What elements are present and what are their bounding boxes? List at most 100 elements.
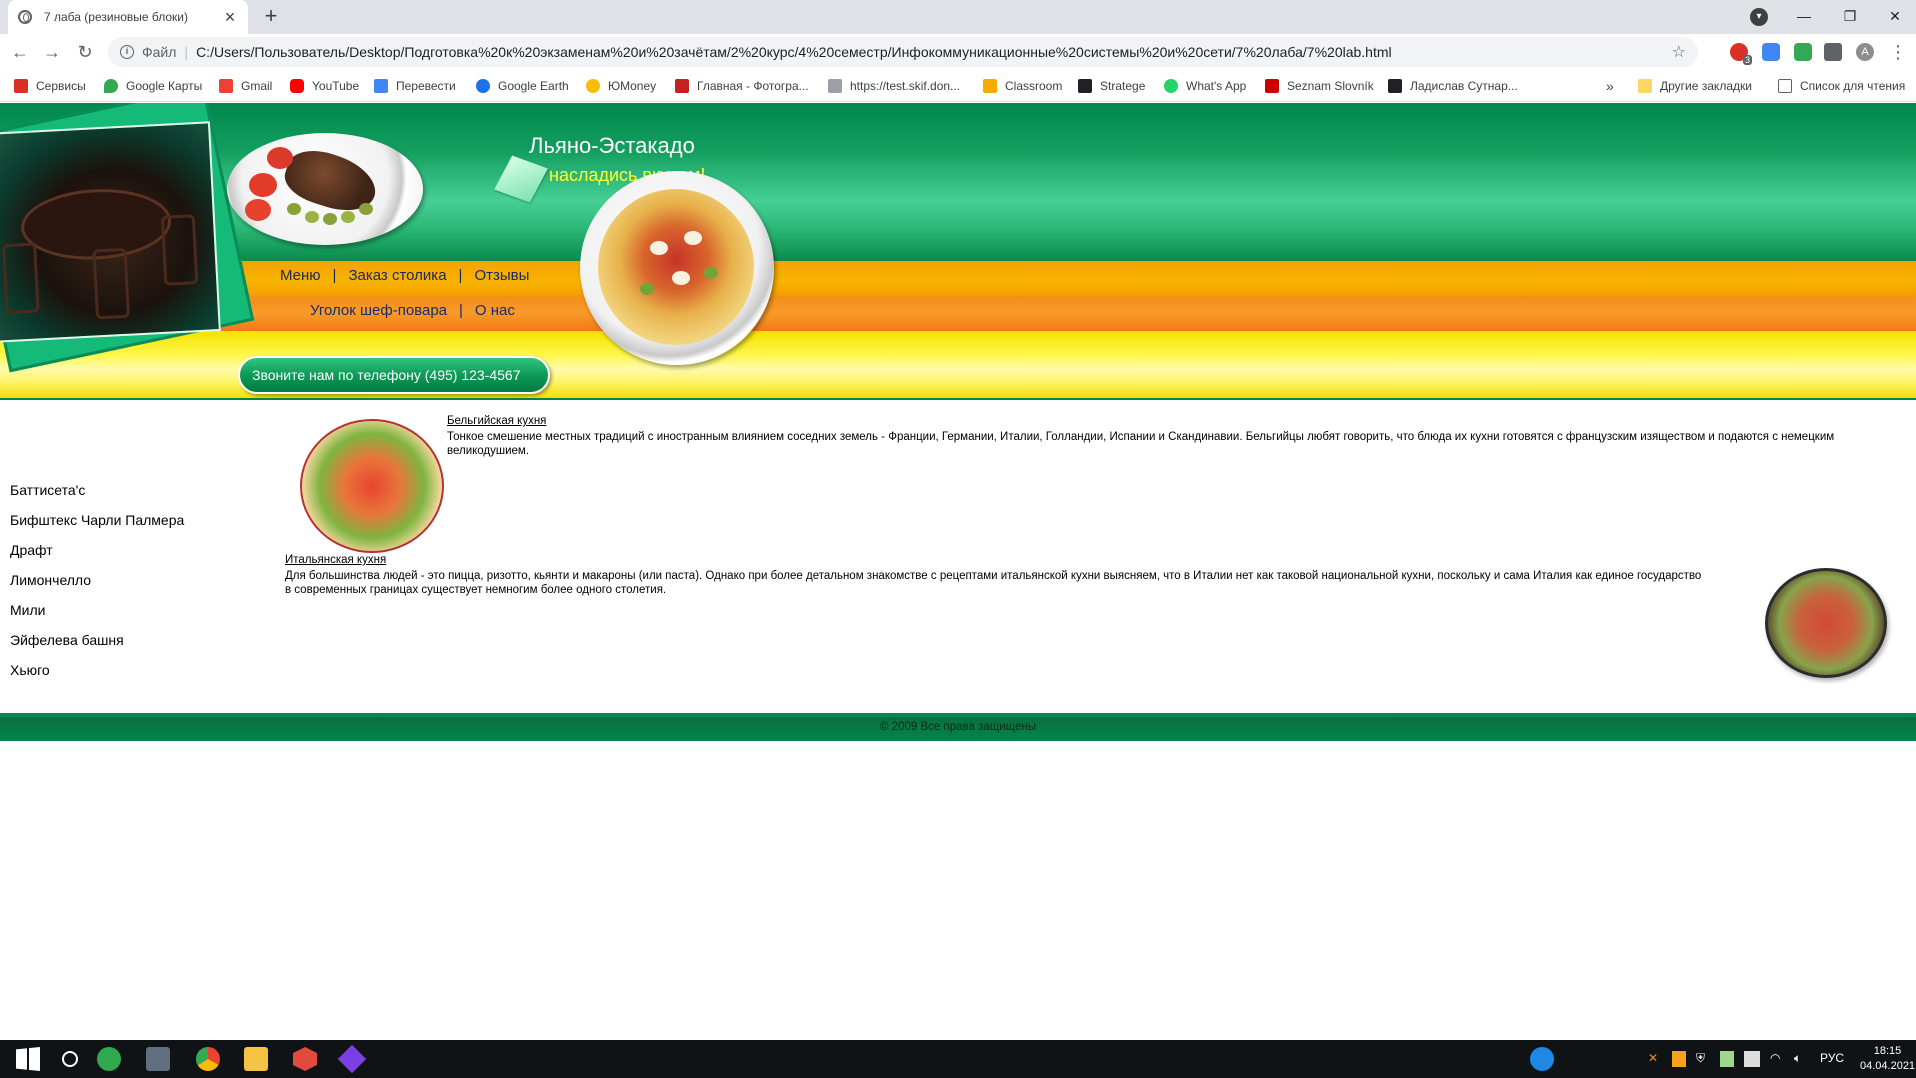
bookmarks-overflow-button[interactable]: » <box>1606 78 1614 94</box>
olive-shape <box>287 203 301 215</box>
tray-drive-icon[interactable] <box>1720 1051 1734 1067</box>
translate-extension-icon[interactable] <box>1762 43 1780 61</box>
bookmark-icon <box>1388 79 1402 93</box>
nav-link-reserve-table[interactable]: Заказ столика <box>348 267 446 284</box>
bookmark-services[interactable]: Сервисы <box>14 78 86 94</box>
sidebar-item-draft[interactable]: Драфт <box>10 535 184 565</box>
sidebar-item-charlie-palmer[interactable]: Бифштекс Чарли Палмера <box>10 505 184 535</box>
chrome-icon[interactable] <box>196 1047 220 1071</box>
sidebar-item-limoncello[interactable]: Лимончелло <box>10 565 184 595</box>
bookmark-google-maps[interactable]: Google Карты <box>104 78 202 94</box>
page-icon <box>828 79 842 93</box>
sidebar-item-eiffel-tower[interactable]: Эйфелева башня <box>10 625 184 655</box>
tomato-shape <box>249 173 277 197</box>
bookmark-star-icon[interactable]: ☆ <box>1672 42 1686 62</box>
bookmark-stratege[interactable]: Stratege <box>1078 78 1145 94</box>
dish-pan-image <box>1765 568 1887 678</box>
extensions-puzzle-icon[interactable] <box>1824 43 1842 61</box>
chrome-menu-icon[interactable]: ⋮ <box>1886 40 1910 64</box>
close-tab-icon[interactable]: × <box>222 7 238 28</box>
nav-link-about[interactable]: О нас <box>475 302 515 319</box>
save-extension-icon[interactable] <box>1794 43 1812 61</box>
app-diamond-icon[interactable] <box>337 1044 367 1074</box>
bookmark-google-earth[interactable]: Google Earth <box>476 78 569 94</box>
info-icon[interactable]: i <box>120 45 134 59</box>
address-bar[interactable]: i Файл | C:/Users/Пользователь/Desktop/П… <box>108 37 1698 67</box>
chair-shape <box>92 247 131 320</box>
section-title-belgian[interactable]: Бельгийская кухня <box>447 415 546 427</box>
section-text-italian: Для большинства людей - это пицца, ризот… <box>285 570 1702 596</box>
chair-shape <box>2 242 40 315</box>
minimize-button[interactable]: — <box>1781 0 1827 32</box>
scheme-label: Файл <box>142 44 177 60</box>
photo-icon <box>675 79 689 93</box>
adblock-extension-icon[interactable]: 3 <box>1730 43 1752 65</box>
steak-plate-image <box>227 133 423 245</box>
battery-icon[interactable] <box>1744 1051 1760 1067</box>
sidebar-item-hugo[interactable]: Хьюго <box>10 655 184 685</box>
sidebar-item-battisetas[interactable]: Баттисета'с <box>10 475 184 505</box>
tray-shield-icon[interactable]: ⛨ <box>1696 1051 1705 1067</box>
windows-start-icon[interactable] <box>16 1047 40 1071</box>
bookmark-seznam[interactable]: Seznam Slovník <box>1265 78 1374 94</box>
nav-link-chef-corner[interactable]: Уголок шеф-повара <box>310 302 447 319</box>
forward-icon[interactable]: → <box>40 40 64 64</box>
chair-shape <box>160 214 199 286</box>
browser-tab[interactable]: 7 лаба (резиновые блоки) × <box>8 0 248 34</box>
restaurant-interior-image <box>0 121 221 343</box>
other-bookmarks-folder[interactable]: Другие закладки <box>1638 78 1752 94</box>
maps-pin-icon <box>104 79 118 93</box>
tab-search-icon[interactable]: ▾ <box>1750 8 1768 26</box>
tray-app2-icon[interactable] <box>1672 1051 1686 1067</box>
web-page: Льяно-Эстакадо насладись вкусом! Меню | За… <box>0 103 1916 1040</box>
gmail-icon <box>219 79 233 93</box>
nav-link-menu[interactable]: Меню <box>280 267 321 284</box>
utorrent-icon[interactable] <box>97 1047 121 1071</box>
phone-banner: Звоните нам по телефону (495) 123-4567 <box>238 356 550 394</box>
bookmark-photo[interactable]: Главная - Фотогра... <box>675 78 809 94</box>
site-header: Льяно-Эстакадо насладись вкусом! Меню | За… <box>0 103 1916 400</box>
bookmark-gmail[interactable]: Gmail <box>219 78 272 94</box>
bookmark-translate[interactable]: Перевести <box>374 78 456 94</box>
clock-time: 18:15 <box>1873 1045 1902 1057</box>
volume-icon[interactable]: 🔈︎ <box>1794 1051 1801 1067</box>
nav-link-reviews[interactable]: Отзывы <box>474 267 529 284</box>
new-tab-button[interactable]: + <box>258 4 284 30</box>
nav-separator: | <box>458 267 463 284</box>
wifi-icon[interactable]: ◠ <box>1770 1051 1780 1067</box>
reading-list[interactable]: Список для чтения <box>1778 78 1905 94</box>
translate-icon <box>374 79 388 93</box>
sidebar-item-mili[interactable]: Мили <box>10 595 184 625</box>
pasta-shape <box>598 189 754 345</box>
bookmark-yumoney[interactable]: ЮMoney <box>586 78 656 94</box>
url-text[interactable]: C:/Users/Пользователь/Desktop/Подготовка… <box>196 44 1672 60</box>
system-clock[interactable]: 18:15 04.04.2021 <box>1860 1044 1915 1074</box>
tray-app-icon[interactable]: ✕ <box>1648 1051 1658 1067</box>
bookmark-sutnar[interactable]: Ладислав Сутнар... <box>1388 78 1518 94</box>
zucchini-shape <box>704 267 718 279</box>
close-window-button[interactable]: ✕ <box>1872 0 1916 32</box>
bookmark-test-skif[interactable]: https://test.skif.don... <box>828 78 960 94</box>
bookmark-whatsapp[interactable]: What's App <box>1164 78 1246 94</box>
calculator-icon[interactable] <box>146 1047 170 1071</box>
search-icon[interactable] <box>62 1051 78 1067</box>
help-icon[interactable] <box>1530 1047 1554 1071</box>
app-hexagon-icon[interactable] <box>293 1047 317 1071</box>
cheese-shape <box>672 271 690 285</box>
reload-icon[interactable]: ↻ <box>73 40 97 64</box>
profile-avatar[interactable]: A <box>1856 43 1874 61</box>
nav-separator: | <box>332 267 337 284</box>
nav-separator: | <box>459 302 463 319</box>
language-indicator[interactable]: РУС <box>1820 1051 1844 1067</box>
stratege-icon <box>1078 79 1092 93</box>
browser-tabstrip: 7 лаба (резиновые блоки) × + ▾ — ❐ ✕ <box>0 0 1916 34</box>
olive-shape <box>359 203 373 215</box>
back-icon[interactable]: ← <box>8 40 32 64</box>
section-title-italian[interactable]: Итальянская кухня <box>285 554 386 566</box>
file-explorer-icon[interactable] <box>244 1047 268 1071</box>
bookmark-classroom[interactable]: Classroom <box>983 78 1062 94</box>
cheese-shape <box>650 241 668 255</box>
bookmark-youtube[interactable]: YouTube <box>290 78 359 94</box>
extension-badge: 3 <box>1742 55 1752 65</box>
restore-button[interactable]: ❐ <box>1827 0 1873 32</box>
